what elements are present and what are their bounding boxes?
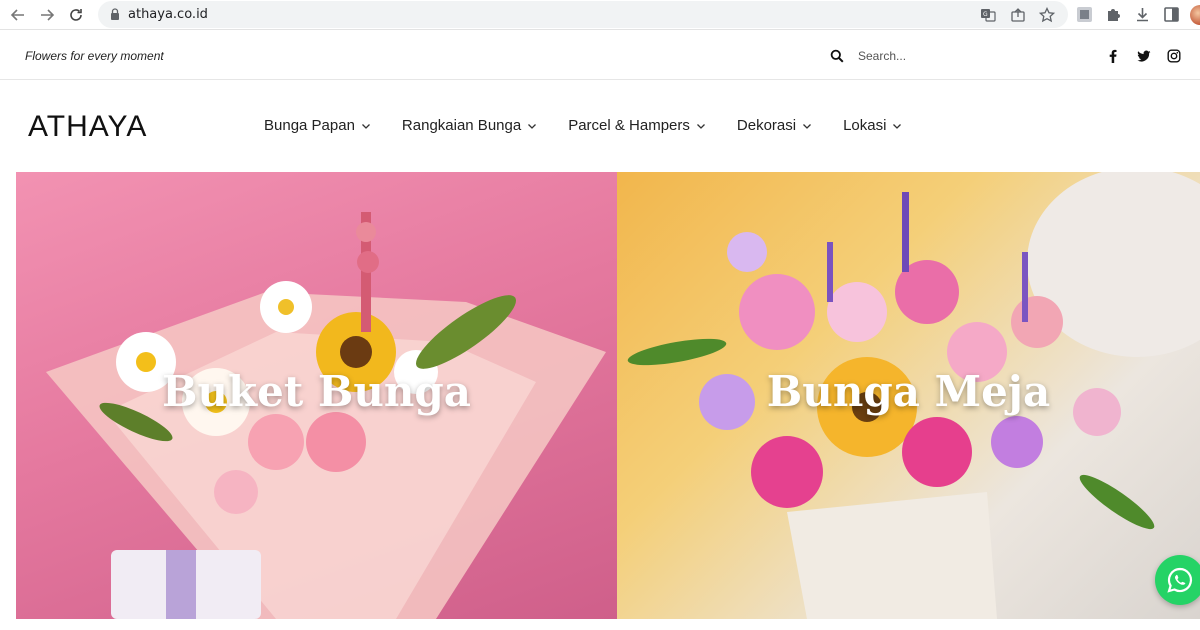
- menu-item-label: Lokasi: [843, 117, 887, 134]
- menu-item-label: Bunga Papan: [264, 117, 355, 134]
- puzzle-icon[interactable]: [1105, 6, 1122, 23]
- browser-toolbar: athaya.co.id G: [0, 0, 1200, 30]
- site-logo[interactable]: ATHAYA: [28, 110, 147, 144]
- facebook-icon[interactable]: [1106, 49, 1120, 63]
- search-icon[interactable]: [830, 49, 844, 63]
- sidepanel-icon[interactable]: [1163, 6, 1180, 23]
- menu-item-bunga-papan[interactable]: Bunga Papan: [264, 117, 371, 134]
- menu-item-rangkaian-bunga[interactable]: Rangkaian Bunga: [402, 117, 537, 134]
- chevron-down-icon: [696, 123, 705, 129]
- chevron-down-icon: [361, 123, 370, 129]
- category-card-bunga-meja[interactable]: Bunga Meja: [617, 172, 1200, 619]
- reload-icon[interactable]: [66, 5, 86, 25]
- category-card-buket-bunga[interactable]: Buket Bunga: [16, 172, 617, 619]
- svg-text:G: G: [983, 11, 988, 18]
- lock-icon[interactable]: [108, 7, 122, 21]
- top-bar: Flowers for every moment: [0, 34, 1200, 80]
- hero-title: Bunga Meja: [766, 367, 1051, 416]
- back-icon[interactable]: [8, 5, 28, 25]
- whatsapp-button[interactable]: [1155, 555, 1200, 605]
- search-input[interactable]: [858, 45, 998, 67]
- menu-item-label: Rangkaian Bunga: [401, 117, 522, 134]
- chevron-down-icon: [528, 123, 537, 129]
- translate-icon[interactable]: G: [980, 7, 996, 23]
- menu-item-label: Parcel & Hampers: [568, 117, 690, 134]
- twitter-icon[interactable]: [1137, 49, 1151, 63]
- star-icon[interactable]: [1039, 7, 1055, 23]
- profile-avatar[interactable]: [1190, 5, 1200, 25]
- whatsapp-icon: [1167, 567, 1192, 593]
- chevron-down-icon: [893, 123, 902, 129]
- address-bar[interactable]: athaya.co.id G: [98, 1, 1068, 28]
- tagline: Flowers for every moment: [25, 49, 164, 63]
- chevron-down-icon: [803, 123, 812, 129]
- menu-item-lokasi[interactable]: Lokasi: [843, 117, 902, 134]
- url-text: athaya.co.id: [128, 7, 208, 22]
- hero-title: Buket Bunga: [161, 367, 472, 416]
- main-menu: Bunga Papan Rangkaian Bunga Parcel & Ham…: [264, 117, 902, 134]
- forward-icon[interactable]: [37, 5, 57, 25]
- download-icon[interactable]: [1134, 6, 1151, 23]
- menu-item-label: Dekorasi: [736, 117, 797, 134]
- menu-item-dekorasi[interactable]: Dekorasi: [737, 117, 812, 134]
- share-icon[interactable]: [1010, 7, 1026, 23]
- menu-item-parcel-hampers[interactable]: Parcel & Hampers: [568, 117, 706, 134]
- instagram-icon[interactable]: [1167, 49, 1181, 63]
- extension-icon[interactable]: [1076, 6, 1093, 23]
